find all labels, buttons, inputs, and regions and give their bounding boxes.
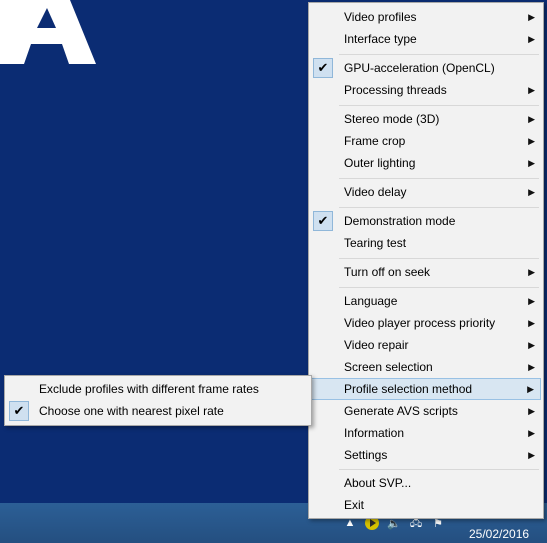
menu-item-screen-selection[interactable]: Screen selection ▶ (311, 356, 541, 378)
menu-item-label: About SVP... (344, 476, 412, 490)
menu-separator (339, 287, 539, 288)
check-icon: ✔ (9, 401, 29, 421)
menu-item-label: Frame crop (344, 134, 406, 148)
chevron-right-icon: ▶ (528, 187, 535, 197)
menu-item-label: Video repair (344, 338, 409, 352)
chevron-right-icon: ▶ (528, 362, 535, 372)
menu-item-information[interactable]: Information ▶ (311, 422, 541, 444)
menu-item-label: Generate AVS scripts (344, 404, 458, 418)
check-icon: ✔ (313, 211, 333, 231)
menu-item-interface-type[interactable]: Interface type ▶ (311, 28, 541, 50)
menu-item-label: Exit (344, 498, 365, 512)
chevron-right-icon: ▶ (528, 114, 535, 124)
submenu-item-label: Choose one with nearest pixel rate (39, 404, 224, 418)
menu-item-language[interactable]: Language ▶ (311, 290, 541, 312)
menu-item-about[interactable]: About SVP... (311, 472, 541, 494)
chevron-right-icon: ▶ (528, 12, 535, 22)
chevron-right-icon: ▶ (528, 340, 535, 350)
submenu-item-label: Exclude profiles with different frame ra… (39, 382, 259, 396)
chevron-right-icon: ▶ (528, 158, 535, 168)
menu-item-label: Screen selection (344, 360, 433, 374)
menu-item-gpu-acceleration[interactable]: ✔ GPU-acceleration (OpenCL) (311, 57, 541, 79)
menu-item-label: Language (344, 294, 398, 308)
menu-item-profile-selection-method[interactable]: Profile selection method ▶ (311, 378, 541, 400)
menu-item-label: Demonstration mode (344, 214, 456, 228)
menu-item-label: Information (344, 426, 405, 440)
menu-item-demonstration-mode[interactable]: ✔ Demonstration mode (311, 210, 541, 232)
menu-item-label: Video player process priority (344, 316, 496, 330)
submenu-item-nearest-pixel-rate[interactable]: ✔ Choose one with nearest pixel rate (7, 400, 309, 422)
menu-item-exit[interactable]: Exit (311, 494, 541, 516)
menu-separator (339, 258, 539, 259)
menu-item-label: Tearing test (344, 236, 407, 250)
menu-separator (339, 207, 539, 208)
menu-item-label: Turn off on seek (344, 265, 431, 279)
menu-separator (339, 178, 539, 179)
chevron-right-icon: ▶ (528, 267, 535, 277)
chevron-right-icon: ▶ (528, 406, 535, 416)
menu-item-video-repair[interactable]: Video repair ▶ (311, 334, 541, 356)
chevron-right-icon: ▶ (528, 450, 535, 460)
menu-item-process-priority[interactable]: Video player process priority ▶ (311, 312, 541, 334)
taskbar-date[interactable]: 25/02/2016 (469, 527, 529, 541)
menu-item-label: Settings (344, 448, 388, 462)
chevron-right-icon: ▶ (528, 34, 535, 44)
menu-separator (339, 54, 539, 55)
menu-item-settings[interactable]: Settings ▶ (311, 444, 541, 466)
profile-selection-submenu: Exclude profiles with different frame ra… (4, 375, 312, 426)
check-icon: ✔ (313, 58, 333, 78)
menu-item-label: Outer lighting (344, 156, 416, 170)
menu-item-label: Profile selection method (344, 382, 473, 396)
menu-item-outer-lighting[interactable]: Outer lighting ▶ (311, 152, 541, 174)
menu-item-video-delay[interactable]: Video delay ▶ (311, 181, 541, 203)
menu-item-label: Stereo mode (3D) (344, 112, 440, 126)
menu-item-turn-off-on-seek[interactable]: Turn off on seek ▶ (311, 261, 541, 283)
chevron-right-icon: ▶ (527, 384, 534, 394)
menu-item-generate-avs-scripts[interactable]: Generate AVS scripts ▶ (311, 400, 541, 422)
logo-fragment (0, 0, 96, 64)
menu-item-label: Interface type (344, 32, 417, 46)
menu-item-label: Processing threads (344, 83, 447, 97)
menu-item-frame-crop[interactable]: Frame crop ▶ (311, 130, 541, 152)
chevron-right-icon: ▶ (528, 318, 535, 328)
chevron-right-icon: ▶ (528, 428, 535, 438)
menu-item-stereo-mode[interactable]: Stereo mode (3D) ▶ (311, 108, 541, 130)
menu-item-label: Video profiles (344, 10, 417, 24)
chevron-right-icon: ▶ (528, 85, 535, 95)
menu-item-video-profiles[interactable]: Video profiles ▶ (311, 6, 541, 28)
menu-item-processing-threads[interactable]: Processing threads ▶ (311, 79, 541, 101)
menu-separator (339, 469, 539, 470)
menu-separator (339, 105, 539, 106)
menu-item-label: Video delay (344, 185, 407, 199)
context-menu: Video profiles ▶ Interface type ▶ ✔ GPU-acc… (308, 2, 544, 519)
chevron-right-icon: ▶ (528, 296, 535, 306)
submenu-item-exclude-profiles[interactable]: Exclude profiles with different frame ra… (7, 378, 309, 400)
menu-item-label: GPU-acceleration (OpenCL) (344, 61, 495, 75)
menu-item-tearing-test[interactable]: Tearing test (311, 232, 541, 254)
chevron-right-icon: ▶ (528, 136, 535, 146)
